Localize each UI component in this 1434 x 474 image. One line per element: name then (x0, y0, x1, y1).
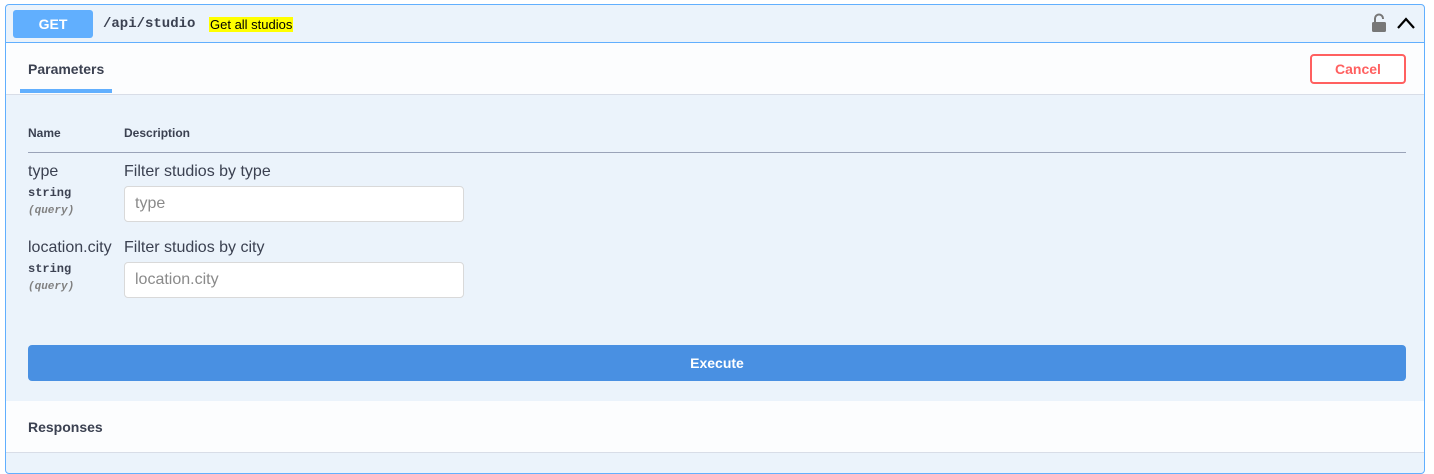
param-type: string (28, 186, 72, 200)
operation-block: GET /api/studio Get all studios Paramete… (5, 4, 1425, 474)
operation-summary[interactable]: GET /api/studio Get all studios (6, 5, 1424, 43)
chevron-up-icon[interactable] (1396, 15, 1416, 31)
tab-active-indicator (20, 89, 112, 93)
param-location: (query) (28, 205, 75, 217)
param-location: (query) (28, 281, 75, 293)
column-header-description: Description (124, 126, 191, 140)
parameters-header: Parameters Cancel (6, 43, 1424, 95)
header-divider (28, 152, 1406, 153)
param-description: Filter studios by city (124, 239, 265, 256)
param-name: location.city (28, 239, 112, 256)
type-input[interactable] (124, 186, 464, 222)
param-description: Filter studios by type (124, 163, 271, 180)
param-type: string (28, 262, 72, 276)
responses-title: Responses (28, 419, 103, 435)
param-name: type (28, 163, 59, 180)
responses-header: Responses (6, 401, 1424, 453)
lock-icon[interactable] (1370, 13, 1388, 33)
tab-parameters[interactable]: Parameters (28, 61, 104, 77)
method-badge: GET (13, 10, 93, 38)
operation-description: Get all studios (209, 17, 294, 32)
execute-button[interactable]: Execute (28, 345, 1406, 381)
cancel-button[interactable]: Cancel (1310, 54, 1406, 84)
endpoint-path: /api/studio (103, 16, 196, 32)
location-city-input[interactable] (124, 262, 464, 298)
column-header-name: Name (28, 126, 61, 140)
